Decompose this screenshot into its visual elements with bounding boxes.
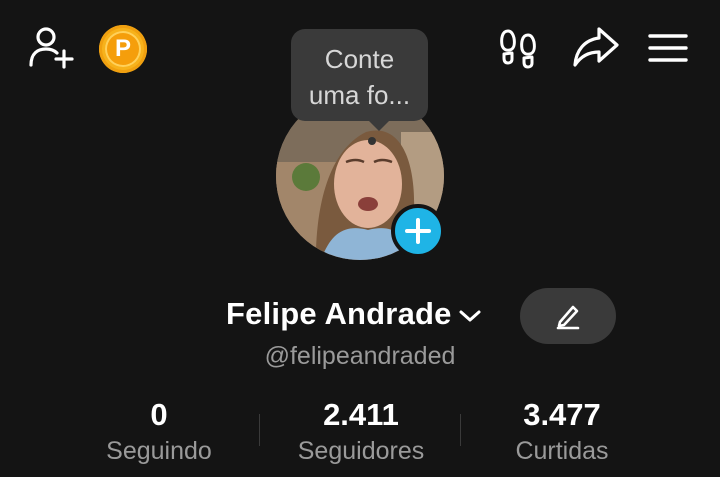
edit-profile-button[interactable] (520, 288, 616, 344)
coin-icon: P (105, 31, 141, 67)
divider (460, 414, 461, 446)
stat-value: 3.477 (523, 397, 601, 432)
profile-name: Felipe Andrade (226, 296, 452, 331)
profile-views-button[interactable] (496, 26, 542, 70)
profile-handle: @felipeandraded (264, 342, 456, 370)
menu-button[interactable] (644, 28, 692, 68)
hamburger-menu-icon (648, 34, 688, 62)
share-arrow-icon (573, 27, 619, 67)
plus-icon (405, 218, 431, 244)
divider (259, 414, 260, 446)
stat-value: 0 (150, 397, 168, 432)
stat-following[interactable]: 0 Seguindo (59, 398, 259, 466)
pencil-icon (556, 305, 580, 330)
stat-label: Seguidores (297, 437, 425, 465)
coins-button[interactable]: P (99, 25, 147, 73)
add-friend-button[interactable] (24, 24, 78, 70)
add-person-icon (29, 27, 74, 69)
stat-label: Seguindo (106, 437, 212, 465)
profile-name-row[interactable]: Felipe Andrade (226, 296, 482, 332)
profile-screen: P Conte uma fo... Felipe Andrade @felipe… (0, 0, 720, 477)
footprints-icon (500, 29, 536, 69)
share-profile-button[interactable] (570, 24, 622, 70)
tooltip-line-1: Conte (324, 44, 395, 74)
add-photo-button[interactable] (391, 204, 445, 258)
tooltip-line-2: uma fo... (308, 80, 411, 110)
stat-label: Curtidas (515, 437, 609, 465)
coin-label: P (114, 35, 131, 62)
chevron-down-icon (459, 310, 481, 322)
stat-value: 2.411 (323, 397, 399, 432)
stat-followers[interactable]: 2.411 Seguidores (261, 398, 461, 466)
profile-note-tooltip[interactable]: Conte uma fo... (291, 29, 428, 131)
stat-likes[interactable]: 3.477 Curtidas (462, 398, 662, 466)
